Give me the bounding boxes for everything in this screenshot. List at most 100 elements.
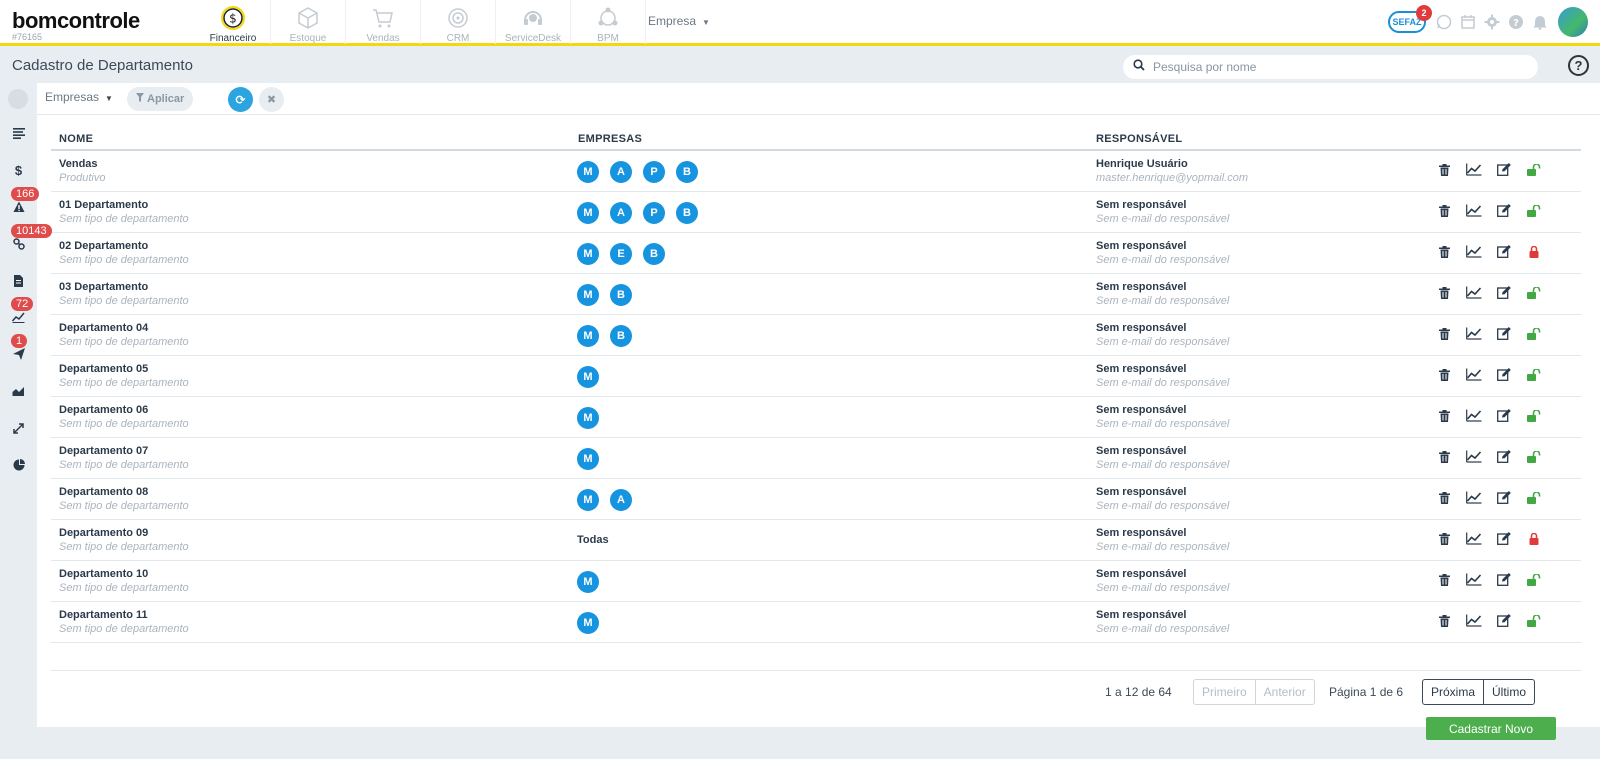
company-dropdown[interactable]: Empresa ▼ (648, 14, 710, 28)
empresa-chip[interactable]: B (610, 284, 632, 306)
unlocked-toggle[interactable] (1519, 450, 1549, 468)
report-button[interactable] (1459, 450, 1489, 468)
header-responsavel[interactable]: RESPONSÁVEL (1096, 133, 1182, 145)
empresa-chip[interactable]: A (610, 161, 632, 183)
report-button[interactable] (1459, 286, 1489, 304)
delete-button[interactable] (1429, 163, 1459, 181)
delete-button[interactable] (1429, 614, 1459, 632)
module-bpm[interactable]: BPM (571, 0, 646, 44)
delete-button[interactable] (1429, 409, 1459, 427)
empresa-chip[interactable]: M (577, 407, 599, 429)
module-financeiro[interactable]: $ Financeiro (196, 0, 271, 44)
delete-button[interactable] (1429, 286, 1459, 304)
search-input[interactable] (1153, 60, 1513, 74)
report-button[interactable] (1459, 204, 1489, 222)
collapse-sidebar-icon[interactable] (8, 89, 28, 109)
locked-toggle[interactable] (1519, 245, 1549, 263)
report-button[interactable] (1459, 614, 1489, 632)
empresa-chip[interactable]: E (610, 243, 632, 265)
delete-button[interactable] (1429, 491, 1459, 509)
last-page-button[interactable]: Último (1483, 680, 1534, 704)
edit-button[interactable] (1489, 450, 1519, 468)
help-button[interactable]: ? (1568, 55, 1589, 76)
empresa-chip[interactable]: A (610, 489, 632, 511)
edit-button[interactable] (1489, 532, 1519, 550)
empresa-chip[interactable]: B (676, 161, 698, 183)
edit-button[interactable] (1489, 573, 1519, 591)
unlocked-toggle[interactable] (1519, 573, 1549, 591)
empresa-chip[interactable]: A (610, 202, 632, 224)
empresa-chip[interactable]: M (577, 571, 599, 593)
empresa-chip[interactable]: P (643, 161, 665, 183)
delete-button[interactable] (1429, 368, 1459, 386)
report-button[interactable] (1459, 491, 1489, 509)
delete-button[interactable] (1429, 245, 1459, 263)
edit-button[interactable] (1489, 368, 1519, 386)
previous-page-button[interactable]: Anterior (1254, 680, 1314, 704)
edit-button[interactable] (1489, 286, 1519, 304)
apply-filter-button[interactable]: Aplicar (127, 87, 194, 111)
bell-icon[interactable] (1528, 10, 1552, 34)
header-empresas[interactable]: EMPRESAS (578, 133, 642, 145)
empresa-chip[interactable]: M (577, 161, 599, 183)
edit-button[interactable] (1489, 245, 1519, 263)
edit-button[interactable] (1489, 614, 1519, 632)
question-icon[interactable]: ? (1504, 10, 1528, 34)
user-avatar[interactable] (1558, 7, 1588, 37)
edit-button[interactable] (1489, 204, 1519, 222)
edit-button[interactable] (1489, 163, 1519, 181)
first-page-button[interactable]: Primeiro (1194, 680, 1255, 704)
unlocked-toggle[interactable] (1519, 204, 1549, 222)
dollar-icon[interactable]: $ (0, 158, 37, 182)
empresa-chip[interactable]: M (577, 325, 599, 347)
new-department-button[interactable]: Cadastrar Novo (1426, 717, 1556, 740)
empresa-chip[interactable]: M (577, 612, 599, 634)
report-button[interactable] (1459, 163, 1489, 181)
expand-icon[interactable] (0, 416, 37, 440)
delete-button[interactable] (1429, 327, 1459, 345)
unlocked-toggle[interactable] (1519, 614, 1549, 632)
calendar-icon[interactable] (1456, 10, 1480, 34)
report-button[interactable] (1459, 245, 1489, 263)
module-crm[interactable]: CRM (421, 0, 496, 44)
empresa-chip[interactable]: M (577, 243, 599, 265)
report-button[interactable] (1459, 368, 1489, 386)
empresa-chip[interactable]: P (643, 202, 665, 224)
empresa-chip[interactable]: M (577, 202, 599, 224)
refresh-button[interactable]: ⟳ (228, 87, 253, 112)
area-chart-icon[interactable] (0, 379, 37, 403)
gear-icon[interactable] (1480, 10, 1504, 34)
edit-button[interactable] (1489, 409, 1519, 427)
module-vendas[interactable]: Vendas (346, 0, 421, 44)
delete-button[interactable] (1429, 204, 1459, 222)
unlocked-toggle[interactable] (1519, 286, 1549, 304)
delete-button[interactable] (1429, 450, 1459, 468)
app-logo[interactable]: bomcontrole (12, 8, 140, 34)
report-button[interactable] (1459, 327, 1489, 345)
delete-button[interactable] (1429, 532, 1459, 550)
header-nome[interactable]: NOME (59, 133, 93, 145)
next-page-button[interactable]: Próxima (1423, 680, 1483, 704)
empresa-chip[interactable]: B (610, 325, 632, 347)
unlocked-toggle[interactable] (1519, 409, 1549, 427)
whatsapp-icon[interactable] (1432, 10, 1456, 34)
document-icon[interactable] (0, 269, 37, 293)
sefaz-button[interactable]: SEFAZ 2 (1388, 5, 1432, 33)
module-estoque[interactable]: Estoque (271, 0, 346, 44)
unlocked-toggle[interactable] (1519, 163, 1549, 181)
empresas-filter-dropdown[interactable]: Empresas ▼ (45, 90, 113, 104)
locked-toggle[interactable] (1519, 532, 1549, 550)
empresa-chip[interactable]: B (676, 202, 698, 224)
edit-button[interactable] (1489, 327, 1519, 345)
delete-button[interactable] (1429, 573, 1459, 591)
list-icon[interactable] (0, 121, 37, 145)
module-servicedesk[interactable]: ServiceDesk (496, 0, 571, 44)
empresa-chip[interactable]: M (577, 284, 599, 306)
unlocked-toggle[interactable] (1519, 368, 1549, 386)
report-button[interactable] (1459, 532, 1489, 550)
pie-chart-icon[interactable] (0, 453, 37, 477)
empresa-chip[interactable]: M (577, 448, 599, 470)
empresa-chip[interactable]: M (577, 366, 599, 388)
clear-filter-button[interactable]: ✖ (259, 87, 284, 112)
unlocked-toggle[interactable] (1519, 491, 1549, 509)
